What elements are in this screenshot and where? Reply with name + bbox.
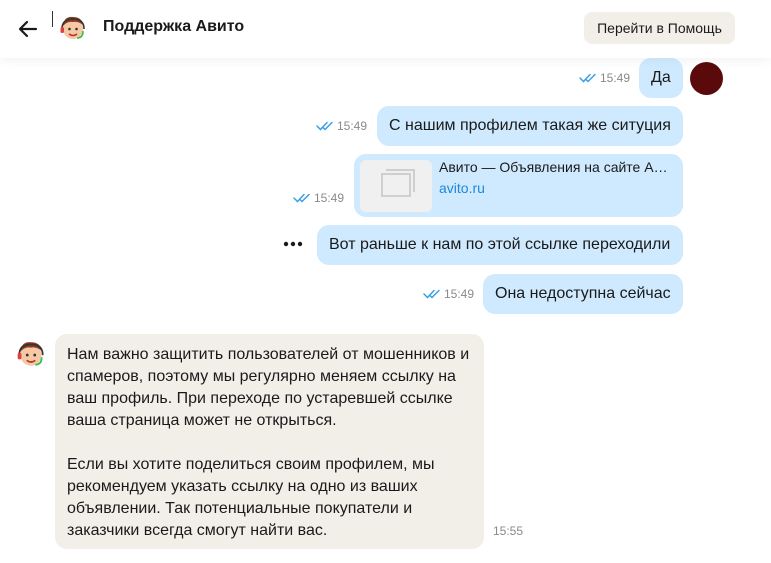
- message-text: Вот раньше к нам по этой ссылке переходи…: [329, 236, 671, 253]
- link-preview-placeholder-icon: [381, 169, 415, 197]
- link-preview-url[interactable]: avito.ru: [439, 180, 485, 196]
- go-to-help-button[interactable]: Перейти в Помощь: [584, 12, 735, 44]
- chat-title: Поддержка Авито: [103, 18, 245, 35]
- message-text: С нашим профилем такая же ситуция: [389, 117, 671, 134]
- message-time: 15:55: [493, 524, 524, 538]
- message-time: 15:49: [600, 71, 631, 85]
- message-meta: 15:49: [579, 71, 630, 85]
- link-preview-bubble[interactable]: Авито — Объявления на сайте А… avito.ru: [354, 154, 683, 217]
- back-button[interactable]: [14, 15, 42, 43]
- message-text: Если вы хотите поделиться своим профилем…: [67, 456, 435, 539]
- message-time: 15:49: [444, 287, 475, 301]
- message-meta: 15:49: [316, 119, 367, 133]
- cursor-caret: [52, 11, 53, 27]
- message-meta: 15:49: [423, 287, 474, 301]
- message-meta: 15:49: [293, 191, 344, 205]
- message-bubble-outgoing[interactable]: Она недоступна сейчас: [483, 274, 683, 314]
- link-preview-thumbnail: [360, 160, 432, 212]
- more-dots-icon[interactable]: [282, 236, 304, 252]
- message-time: 15:49: [337, 119, 368, 133]
- double-check-icon: [316, 121, 333, 131]
- message-text: Она недоступна сейчас: [495, 285, 671, 302]
- double-check-icon: [579, 73, 596, 83]
- message-time: 15:49: [314, 191, 345, 205]
- message-bubble-outgoing[interactable]: Да: [639, 58, 683, 98]
- support-agent-icon: [60, 16, 85, 39]
- message-bubble-outgoing[interactable]: С нашим профилем такая же ситуция: [377, 106, 683, 146]
- message-text: Нам важно защитить пользователей от моше…: [67, 346, 470, 429]
- user-avatar[interactable]: [690, 62, 723, 95]
- chat-header: Поддержка Авито Перейти в Помощь: [0, 0, 771, 58]
- link-preview-title: Авито — Объявления на сайте А…: [439, 159, 668, 175]
- back-arrow-icon: [18, 20, 38, 38]
- double-check-icon: [293, 193, 310, 203]
- message-bubble-incoming[interactable]: Нам важно защитить пользователей от моше…: [55, 334, 484, 549]
- message-bubble-outgoing[interactable]: Вот раньше к нам по этой ссылке переходи…: [317, 225, 683, 265]
- chat-scrollbar[interactable]: [765, 58, 771, 563]
- message-text: Да: [651, 69, 671, 86]
- support-agent-icon: [17, 342, 44, 366]
- double-check-icon: [423, 289, 440, 299]
- message-list: 15:49 Да 15:49 С нашим профилем такая же…: [0, 58, 771, 563]
